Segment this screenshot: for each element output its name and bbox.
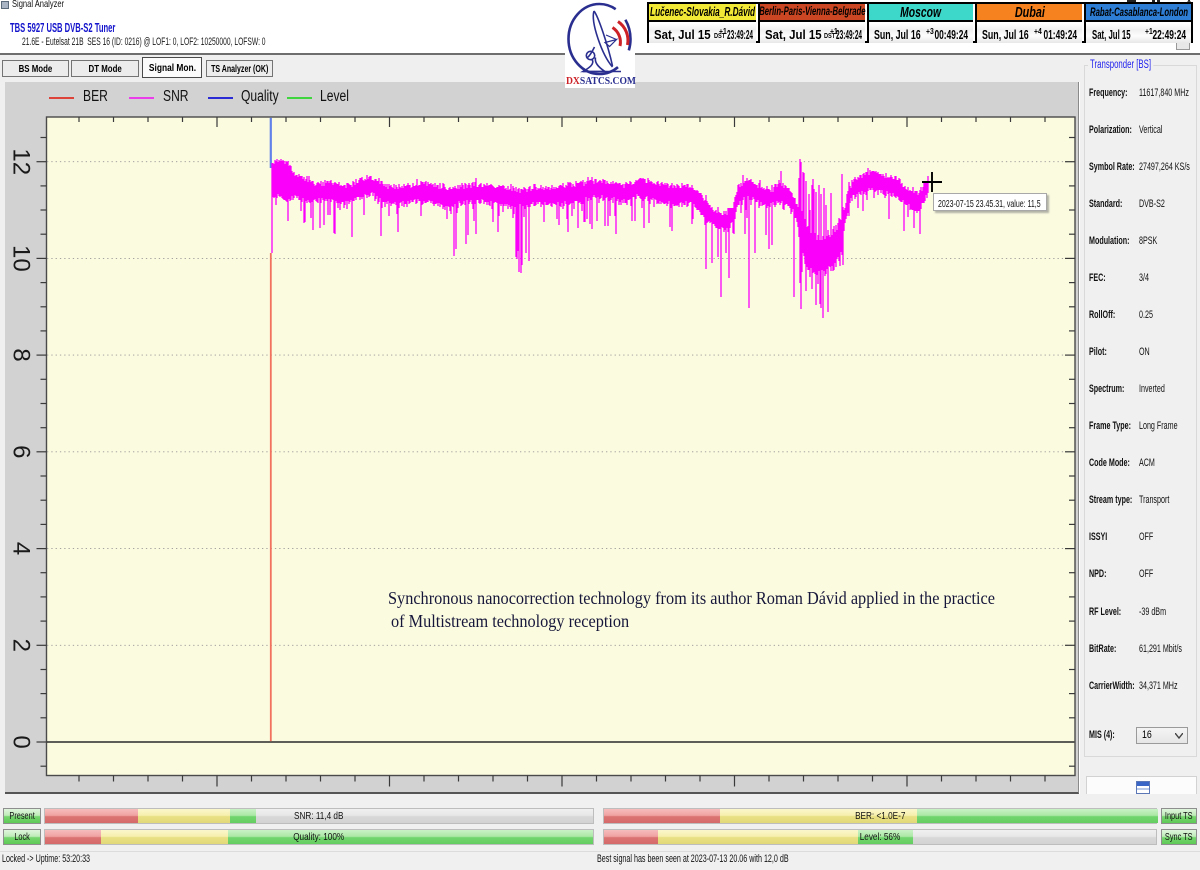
svg-text:6: 6: [8, 445, 35, 458]
svg-text:2: 2: [8, 639, 35, 652]
svg-text:12: 12: [8, 148, 35, 175]
svg-text:8: 8: [8, 348, 35, 361]
svg-text:10: 10: [8, 245, 35, 272]
svg-text:4: 4: [8, 542, 35, 555]
svg-text:0: 0: [8, 735, 35, 748]
